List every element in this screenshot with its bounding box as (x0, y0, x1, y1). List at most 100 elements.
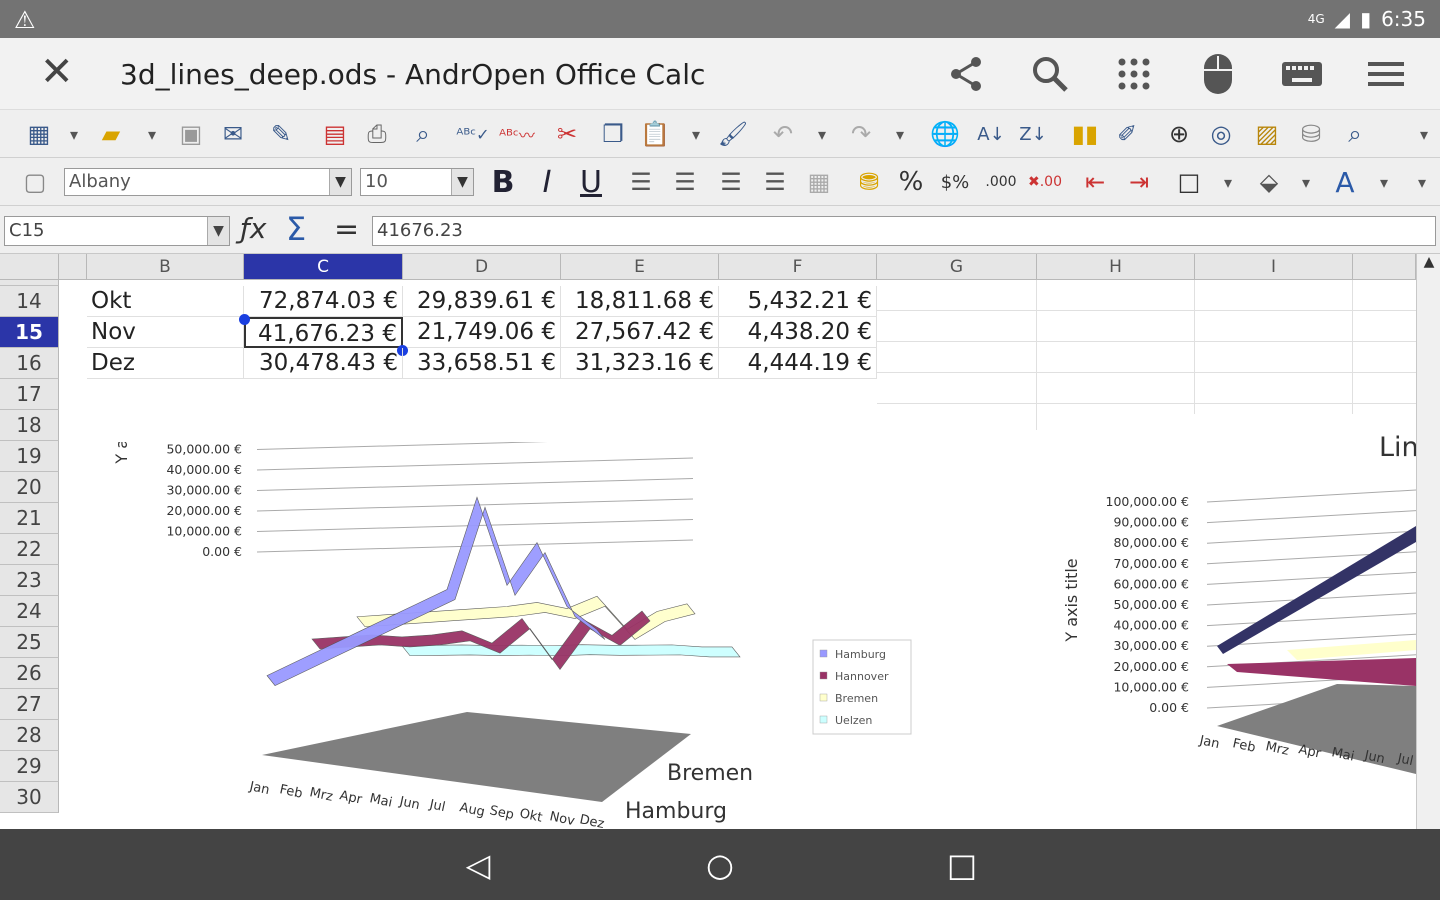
undo-dropdown-icon[interactable]: ▾ (812, 116, 832, 152)
sum-icon[interactable]: Σ (286, 210, 306, 248)
data-sources-icon[interactable]: ⛁ (1292, 116, 1330, 152)
column-header-e[interactable]: E (561, 254, 719, 280)
zoom-icon[interactable]: ⌕ (1336, 116, 1374, 152)
print-icon[interactable]: ⎙ (358, 116, 396, 152)
font-color-icon[interactable]: A (1326, 164, 1364, 200)
navigator-icon[interactable]: ◎ (1202, 116, 1240, 152)
row-header-selected[interactable]: 15 (0, 317, 59, 348)
share-icon[interactable] (944, 54, 988, 94)
column-header-b[interactable]: B (87, 254, 244, 280)
find-replace-icon[interactable]: ⊕ (1160, 116, 1198, 152)
cell-value[interactable]: 33,658.51 € (403, 348, 561, 379)
font-name-combo[interactable]: Albany ▼ (64, 168, 352, 196)
chevron-down-icon[interactable]: ▼ (451, 169, 473, 195)
toolbar-overflow-icon[interactable]: ▾ (1414, 116, 1434, 152)
selection-handle-start[interactable] (239, 314, 250, 325)
row-header[interactable]: 19 (0, 441, 59, 472)
cell-month[interactable]: Nov (87, 317, 244, 348)
cell-value[interactable]: 5,432.21 € (719, 286, 877, 317)
hyperlink-icon[interactable]: 🌐 (926, 116, 964, 152)
new-document-icon[interactable]: ▦ (20, 116, 58, 152)
row-header[interactable]: 16 (0, 348, 59, 379)
align-left-icon[interactable]: ☰ (622, 164, 660, 200)
merge-cells-icon[interactable]: ▦ (800, 164, 838, 200)
column-header-h[interactable]: H (1037, 254, 1195, 280)
borders-icon[interactable]: □ (1170, 164, 1208, 200)
row-header[interactable]: 24 (0, 596, 59, 627)
cell-value[interactable]: 27,567.42 € (561, 317, 719, 348)
add-decimal-icon[interactable]: .000 (982, 164, 1020, 200)
italic-icon[interactable]: I (528, 164, 566, 200)
grid-menu-icon[interactable] (1112, 54, 1156, 94)
align-center-icon[interactable]: ☰ (666, 164, 704, 200)
name-box[interactable]: C15 ▼ (4, 216, 230, 246)
align-right-icon[interactable]: ☰ (712, 164, 750, 200)
bold-icon[interactable]: B (484, 164, 522, 200)
font-size-combo[interactable]: 10 ▼ (360, 168, 474, 196)
equals-icon[interactable]: = (334, 212, 359, 247)
draw-functions-icon[interactable]: ✐ (1108, 116, 1146, 152)
cell-value[interactable]: 18,811.68 € (561, 286, 719, 317)
scroll-up-icon[interactable]: ▲ (1417, 254, 1440, 274)
row-header[interactable]: 27 (0, 689, 59, 720)
print-preview-icon[interactable]: ⌕ (404, 116, 442, 152)
chevron-down-icon[interactable]: ▼ (207, 217, 229, 245)
background-dropdown-icon[interactable]: ▾ (1296, 164, 1316, 200)
toolbar-overflow-icon[interactable]: ▾ (1412, 164, 1432, 200)
active-cell[interactable]: 41,676.23 € (244, 317, 403, 348)
back-icon[interactable]: ◁ (458, 845, 498, 885)
background-color-icon[interactable]: ⬙ (1250, 164, 1288, 200)
row-header[interactable]: 22 (0, 534, 59, 565)
column-header-d[interactable]: D (403, 254, 561, 280)
cut-icon[interactable]: ✂ (548, 116, 586, 152)
close-icon[interactable]: ✕ (40, 50, 74, 94)
row-header[interactable]: 18 (0, 410, 59, 441)
new-dropdown-icon[interactable]: ▾ (64, 116, 84, 152)
redo-dropdown-icon[interactable]: ▾ (890, 116, 910, 152)
cell-value[interactable]: 29,839.61 € (403, 286, 561, 317)
cell-month[interactable]: Dez (87, 348, 244, 379)
recents-icon[interactable]: □ (942, 845, 982, 885)
paste-icon[interactable]: 📋 (636, 116, 674, 152)
autospellcheck-icon[interactable]: ᴬᴮᶜ〰 (498, 116, 536, 152)
row-header[interactable]: 30 (0, 782, 59, 813)
copy-icon[interactable]: ❐ (594, 116, 632, 152)
chevron-down-icon[interactable]: ▼ (329, 169, 351, 195)
cell-value[interactable]: 21,749.06 € (403, 317, 561, 348)
spellcheck-icon[interactable]: ᴬᴮᶜ✓ (454, 116, 492, 152)
column-header-i[interactable]: I (1195, 254, 1353, 280)
row-header[interactable]: 21 (0, 503, 59, 534)
decrease-indent-icon[interactable]: ⇤ (1076, 164, 1114, 200)
increase-indent-icon[interactable]: ⇥ (1120, 164, 1158, 200)
function-wizard-icon[interactable]: ƒx (240, 212, 266, 245)
underline-icon[interactable]: U (572, 164, 610, 200)
row-header[interactable]: 29 (0, 751, 59, 782)
column-header-c[interactable]: C (244, 254, 403, 280)
formula-input[interactable]: 41676.23 (372, 216, 1436, 246)
home-icon[interactable]: ○ (700, 845, 740, 885)
chart-lines-second[interactable]: Lin Y axis title 100,000.00 € 90,000.00 € 80… (1037, 414, 1419, 829)
clone-formatting-icon[interactable]: 🖌 (714, 116, 752, 152)
delete-decimal-icon[interactable]: ✖.00 (1026, 164, 1064, 200)
sort-descending-icon[interactable]: Z↓ (1014, 116, 1052, 152)
save-icon[interactable]: ▣ (172, 116, 210, 152)
cell-value[interactable]: 31,323.16 € (561, 348, 719, 379)
row-header[interactable]: 20 (0, 472, 59, 503)
mouse-icon[interactable] (1196, 54, 1240, 94)
sort-ascending-icon[interactable]: A↓ (972, 116, 1010, 152)
row-header[interactable]: 17 (0, 379, 59, 410)
chart-lines-deep[interactable]: Lines_deepY axis title100,000.00 €90,000… (87, 282, 915, 829)
email-icon[interactable]: ✉ (214, 116, 252, 152)
paste-dropdown-icon[interactable]: ▾ (686, 116, 706, 152)
row-header[interactable]: 26 (0, 658, 59, 689)
justify-icon[interactable]: ☰ (756, 164, 794, 200)
corner-header[interactable] (0, 254, 59, 280)
search-icon[interactable] (1028, 54, 1072, 94)
column-header-j[interactable] (1353, 254, 1416, 280)
row-header[interactable]: 28 (0, 720, 59, 751)
column-header-a[interactable] (59, 254, 87, 280)
undo-icon[interactable]: ↶ (764, 116, 802, 152)
export-pdf-icon[interactable]: ▤ (316, 116, 354, 152)
font-color-dropdown-icon[interactable]: ▾ (1374, 164, 1394, 200)
open-folder-icon[interactable]: ▰ (92, 116, 130, 152)
